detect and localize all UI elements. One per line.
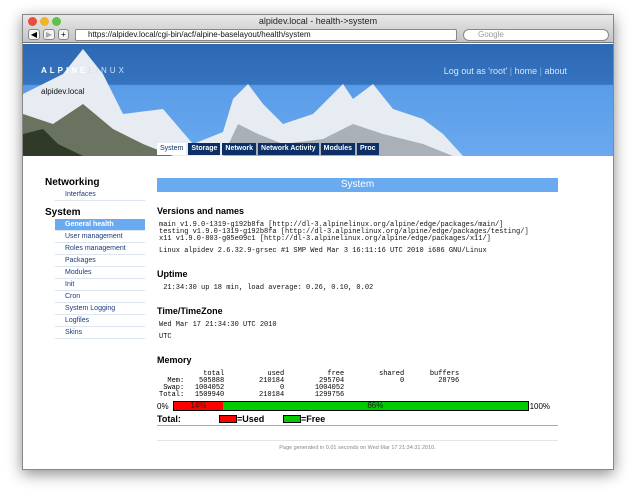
sidebar-item-modules[interactable]: Modules (55, 267, 145, 279)
sidebar-item-logfiles[interactable]: Logfiles (55, 315, 145, 327)
main-content: System Versions and names main v1.9.0-13… (157, 178, 558, 451)
uname-text: Linux alpidev 2.6.32.9-grsec #1 SMP Wed … (159, 248, 558, 255)
tab-network[interactable]: Network (222, 143, 256, 155)
browser-window: alpidev.local - health->system ◀ ▶ + htt… (22, 14, 614, 470)
legend-free-label: =Free (301, 414, 325, 424)
time-heading: Time/TimeZone (157, 306, 558, 316)
bar-min-label: 0% (157, 402, 169, 411)
legend-total-label: Total: (157, 414, 219, 424)
legend-used-label: =Used (237, 414, 283, 424)
memory-cell: 210184 (224, 378, 284, 385)
page-title: System (157, 178, 558, 192)
bar-max-label: 100% (530, 402, 550, 411)
uptime-heading: Uptime (157, 269, 558, 279)
window-title: alpidev.local - health->system (23, 16, 613, 26)
separator: | (540, 66, 542, 76)
about-link[interactable]: about (544, 66, 567, 76)
memory-cell: shared (344, 371, 404, 378)
logout-link[interactable]: Log out as 'root' (444, 66, 507, 76)
sidebar-heading-networking: Networking (45, 177, 145, 188)
alpine-linux-logo: ALPINELINUX (41, 66, 127, 75)
memory-cell (344, 385, 404, 392)
used-swatch (219, 415, 237, 423)
memory-heading: Memory (157, 355, 558, 365)
memory-bar: 14% 86% (173, 401, 529, 411)
memory-cell: 0 (344, 378, 404, 385)
memory-cell: Total: (159, 392, 184, 399)
tab-proc[interactable]: Proc (357, 143, 379, 155)
add-bookmark-button[interactable]: + (58, 29, 69, 40)
sidebar-item-system-logging[interactable]: System Logging (55, 303, 145, 315)
tab-system[interactable]: System (157, 143, 186, 155)
tab-network-activity[interactable]: Network Activity (258, 143, 319, 155)
search-input[interactable]: Google (463, 29, 609, 41)
sidebar-item-user-management[interactable]: User management (55, 231, 145, 243)
address-bar[interactable]: https://alpidev.local/cgi-bin/acf/alpine… (75, 29, 457, 41)
used-segment: 14% (174, 402, 224, 410)
memory-cell (404, 392, 459, 399)
sidebar: Networking Interfaces System General hea… (45, 177, 145, 339)
title-bar: alpidev.local - health->system ◀ ▶ + htt… (23, 15, 613, 43)
versions-heading: Versions and names (157, 206, 558, 216)
footer: Page generated in 0.01 seconds on Wed Ma… (157, 440, 558, 451)
tab-modules[interactable]: Modules (321, 143, 355, 155)
memory-cell (404, 385, 459, 392)
memory-cell: 210184 (224, 392, 284, 399)
memory-table: totalusedfreesharedbuffersMem:5058882101… (159, 371, 459, 399)
mountain-image (23, 44, 614, 156)
sidebar-item-init[interactable]: Init (55, 279, 145, 291)
header-banner: ALPINELINUX alpidev.local Log out as 'ro… (23, 44, 614, 156)
sidebar-item-skins[interactable]: Skins (55, 327, 145, 339)
memory-cell: 1299756 (284, 392, 344, 399)
separator: | (510, 66, 512, 76)
memory-cell: 28796 (404, 378, 459, 385)
sidebar-item-interfaces[interactable]: Interfaces (55, 189, 145, 201)
memory-cell: 1509940 (184, 392, 224, 399)
sidebar-heading-system: System (45, 207, 145, 218)
sidebar-item-cron[interactable]: Cron (55, 291, 145, 303)
timezone-text: UTC (159, 334, 558, 341)
date-text: Wed Mar 17 21:34:30 UTC 2010 (159, 322, 558, 329)
forward-button[interactable]: ▶ (43, 29, 55, 40)
home-link[interactable]: home (515, 66, 538, 76)
free-swatch (283, 415, 301, 423)
hostname: alpidev.local (41, 87, 84, 96)
free-segment: 86% (223, 402, 527, 410)
sidebar-item-general-health[interactable]: General health (55, 219, 145, 231)
memory-legend: Total: =Used =Free (157, 414, 558, 426)
sidebar-item-roles-management[interactable]: Roles management (55, 243, 145, 255)
memory-row: Total:15099402101841299756 (159, 392, 459, 399)
back-button[interactable]: ◀ (28, 29, 40, 40)
uptime-text: 21:34:30 up 18 min, load average: 0.26, … (159, 285, 558, 292)
memory-cell (344, 392, 404, 399)
versions-text: main v1.9.0-1319-g192b8fa [http://dl-3.a… (159, 222, 558, 243)
tab-storage[interactable]: Storage (188, 143, 220, 155)
sidebar-item-packages[interactable]: Packages (55, 255, 145, 267)
